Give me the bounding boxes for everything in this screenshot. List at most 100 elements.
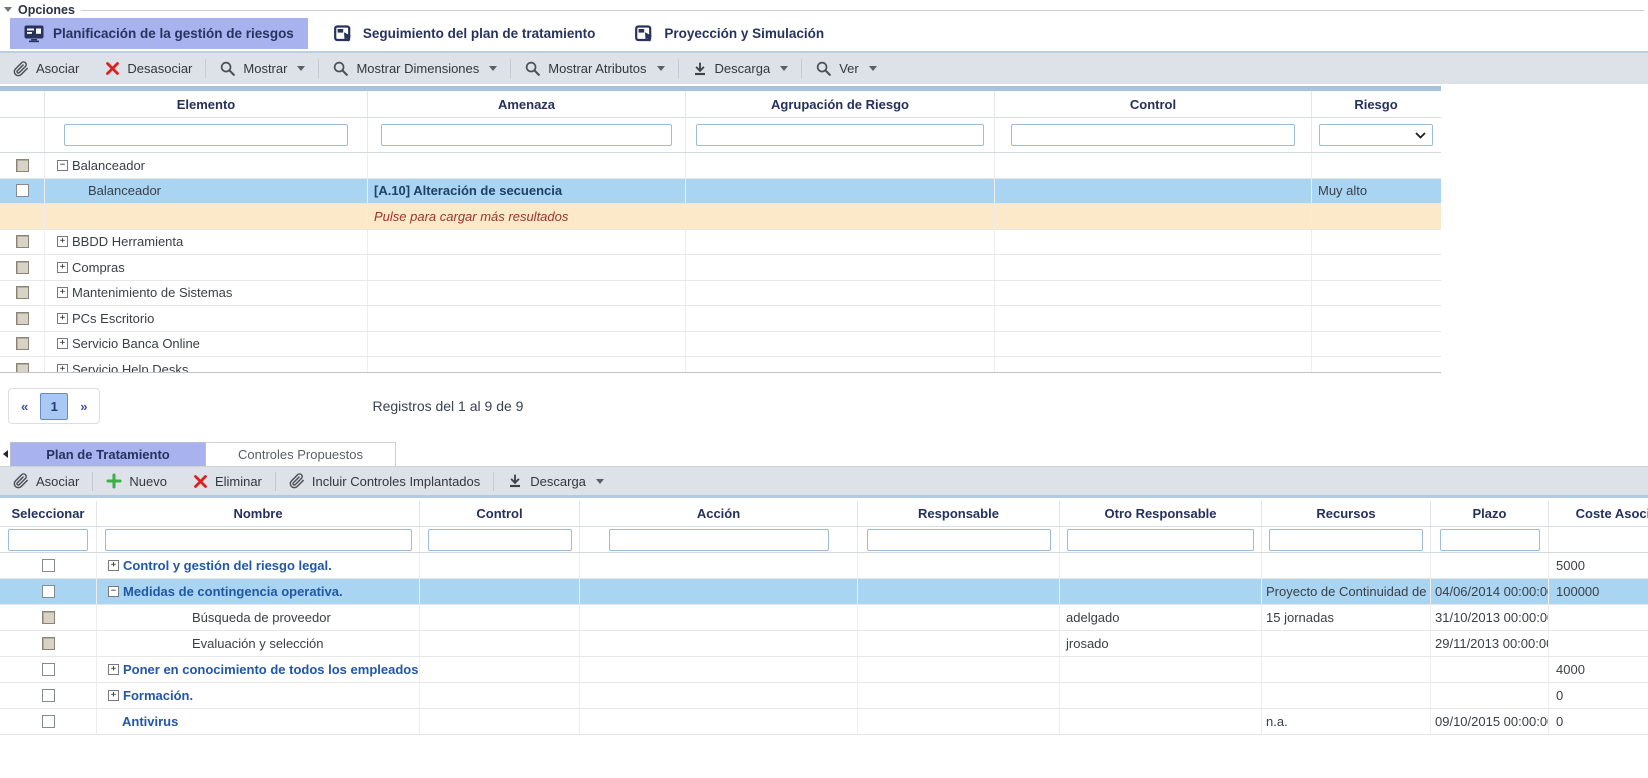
- seleccionar-filter-input[interactable]: [8, 529, 88, 551]
- green-plus-icon: [106, 473, 122, 489]
- plazo-value: 31/10/2013 00:00:00: [1431, 610, 1549, 625]
- expander-expand-icon[interactable]: +: [108, 664, 119, 675]
- legend-divider: [81, 10, 1644, 11]
- expander-expand-icon[interactable]: +: [57, 262, 68, 273]
- treatment-row-control-gestion-riesgo-legal[interactable]: + Control y gestión del riesgo legal. 50…: [0, 553, 1648, 579]
- expander-expand-icon[interactable]: +: [108, 690, 119, 701]
- mostrar-dimensiones-label: Mostrar Dimensiones: [356, 61, 479, 76]
- caret-down-icon: [596, 479, 604, 484]
- row-checkbox[interactable]: [42, 689, 55, 702]
- magnifier-icon: [219, 60, 236, 77]
- tree-row-compras[interactable]: + Compras: [0, 255, 1441, 281]
- row-checkbox[interactable]: [16, 184, 29, 197]
- elemento-value: Compras: [72, 260, 125, 275]
- mostrar-dimensiones-button[interactable]: Mostrar Dimensiones: [319, 53, 510, 84]
- recursos-filter-input[interactable]: [1269, 529, 1423, 551]
- row-checkbox[interactable]: [42, 611, 55, 624]
- expander-expand-icon[interactable]: +: [57, 313, 68, 324]
- coste-value: 5000: [1549, 558, 1585, 573]
- tab-scroll-left-button[interactable]: [0, 442, 10, 466]
- row-checkbox[interactable]: [16, 159, 29, 172]
- treatment-row-antivirus[interactable]: Antivirus n.a. 09/10/2015 00:00:00 0: [0, 709, 1648, 735]
- tree-row-servicio-help-desks[interactable]: + Servicio Help Desks: [0, 357, 1441, 373]
- row-checkbox[interactable]: [16, 235, 29, 248]
- tree-row-balanceador-group[interactable]: − Balanceador: [0, 153, 1441, 179]
- header-coste-asociado: Coste Asociado: [1549, 501, 1648, 526]
- descarga-button[interactable]: Descarga: [679, 53, 802, 84]
- tree-row-pcs-escritorio[interactable]: + PCs Escritorio: [0, 306, 1441, 332]
- tab-proyeccion-simulacion[interactable]: Proyección y Simulación: [621, 18, 838, 49]
- control-filter-input[interactable]: [428, 529, 572, 551]
- elemento-value: Balanceador: [72, 158, 145, 173]
- expander-collapse-icon[interactable]: −: [108, 586, 119, 597]
- responsable-filter-input[interactable]: [867, 529, 1051, 551]
- expander-expand-icon[interactable]: +: [57, 338, 68, 349]
- row-checkbox[interactable]: [16, 363, 29, 373]
- row-checkbox[interactable]: [16, 286, 29, 299]
- tree-row-servicio-banca-online[interactable]: + Servicio Banca Online: [0, 332, 1441, 358]
- treatment-row-medidas-contingencia-selected[interactable]: − Medidas de contingencia operativa. Pro…: [0, 579, 1648, 605]
- asociar-button[interactable]: Asociar: [0, 53, 92, 84]
- tree-row-mantenimiento-sistemas[interactable]: + Mantenimiento de Sistemas: [0, 281, 1441, 307]
- row-checkbox[interactable]: [16, 312, 29, 325]
- ver-button[interactable]: Ver: [802, 53, 890, 84]
- expander-expand-icon[interactable]: +: [108, 560, 119, 571]
- row-checkbox[interactable]: [42, 637, 55, 650]
- row-checkbox[interactable]: [42, 559, 55, 572]
- tree-row-balanceador-selected[interactable]: Balanceador [A.10] Alteración de secuenc…: [0, 179, 1441, 205]
- coste-value: 4000: [1549, 662, 1585, 677]
- nuevo-button[interactable]: Nuevo: [93, 467, 180, 495]
- options-panel-header: Opciones: [4, 2, 1644, 17]
- nombre-value: Evaluación y selección: [192, 636, 324, 651]
- expander-collapse-icon[interactable]: −: [57, 160, 68, 171]
- eliminar-button[interactable]: Eliminar: [180, 467, 275, 495]
- row-checkbox[interactable]: [16, 337, 29, 350]
- desasociar-label: Desasociar: [127, 61, 192, 76]
- header-plazo: Plazo: [1431, 501, 1549, 526]
- desasociar-button[interactable]: Desasociar: [92, 53, 205, 84]
- expander-expand-icon[interactable]: +: [57, 236, 68, 247]
- treatment-row-evaluacion-seleccion[interactable]: Evaluación y selección jrosado 29/11/201…: [0, 631, 1648, 657]
- incluir-controles-implantados-button[interactable]: Incluir Controles Implantados: [276, 467, 493, 495]
- expander-expand-icon[interactable]: +: [57, 287, 68, 298]
- tab-seguimiento-plan-tratamiento[interactable]: Seguimiento del plan de tratamiento: [320, 18, 610, 49]
- elemento-filter-input[interactable]: [64, 124, 348, 146]
- red-x-icon: [193, 474, 208, 489]
- otro-responsable-filter-input[interactable]: [1067, 529, 1254, 551]
- row-checkbox[interactable]: [42, 585, 55, 598]
- row-checkbox[interactable]: [42, 663, 55, 676]
- tree-row-bbdd-herramienta[interactable]: + BBDD Herramienta: [0, 230, 1441, 256]
- mostrar-atributos-button[interactable]: Mostrar Atributos: [511, 53, 677, 84]
- amenaza-filter-input[interactable]: [381, 124, 672, 146]
- load-more-row[interactable]: Pulse para cargar más resultados: [0, 204, 1441, 230]
- caret-down-icon: [869, 66, 877, 71]
- magnifier-icon: [524, 60, 541, 77]
- tab-plan-de-tratamiento[interactable]: Plan de Tratamiento: [10, 442, 206, 466]
- asociar-button[interactable]: Asociar: [0, 467, 92, 495]
- next-page-button[interactable]: »: [80, 399, 87, 414]
- treatment-row-poner-en-conocimiento[interactable]: + Poner en conocimiento de todos los emp…: [0, 657, 1648, 683]
- treatment-row-formacion[interactable]: + Formación. 0: [0, 683, 1648, 709]
- treatment-table-filter-row: [0, 527, 1648, 553]
- row-checkbox[interactable]: [16, 261, 29, 274]
- row-checkbox[interactable]: [42, 715, 55, 728]
- treatment-row-busqueda-proveedor[interactable]: Búsqueda de proveedor adelgado 15 jornad…: [0, 605, 1648, 631]
- collapse-triangle-icon[interactable]: [4, 7, 12, 12]
- page-number-button[interactable]: 1: [40, 393, 68, 420]
- nombre-filter-input[interactable]: [105, 529, 412, 551]
- agrupacion-filter-input[interactable]: [696, 124, 984, 146]
- load-more-label[interactable]: Pulse para cargar más resultados: [368, 209, 568, 224]
- control-filter-input[interactable]: [1011, 124, 1295, 146]
- tab-controles-propuestos[interactable]: Controles Propuestos: [206, 442, 396, 466]
- mostrar-button[interactable]: Mostrar: [206, 53, 318, 84]
- previous-page-button[interactable]: «: [21, 399, 28, 414]
- expander-expand-icon[interactable]: +: [57, 364, 68, 373]
- descarga-button[interactable]: Descarga: [494, 467, 617, 495]
- tab-planificacion-gestion-riesgos[interactable]: Planificación de la gestión de riesgos: [10, 18, 308, 49]
- risk-table: Elemento Amenaza Agrupación de Riesgo Co…: [0, 86, 1441, 373]
- nombre-value: Poner en conocimiento de todos los emple…: [123, 662, 420, 677]
- header-responsable: Responsable: [858, 501, 1060, 526]
- accion-filter-input[interactable]: [609, 529, 829, 551]
- plazo-filter-input[interactable]: [1440, 529, 1540, 551]
- riesgo-filter-select[interactable]: [1319, 124, 1433, 146]
